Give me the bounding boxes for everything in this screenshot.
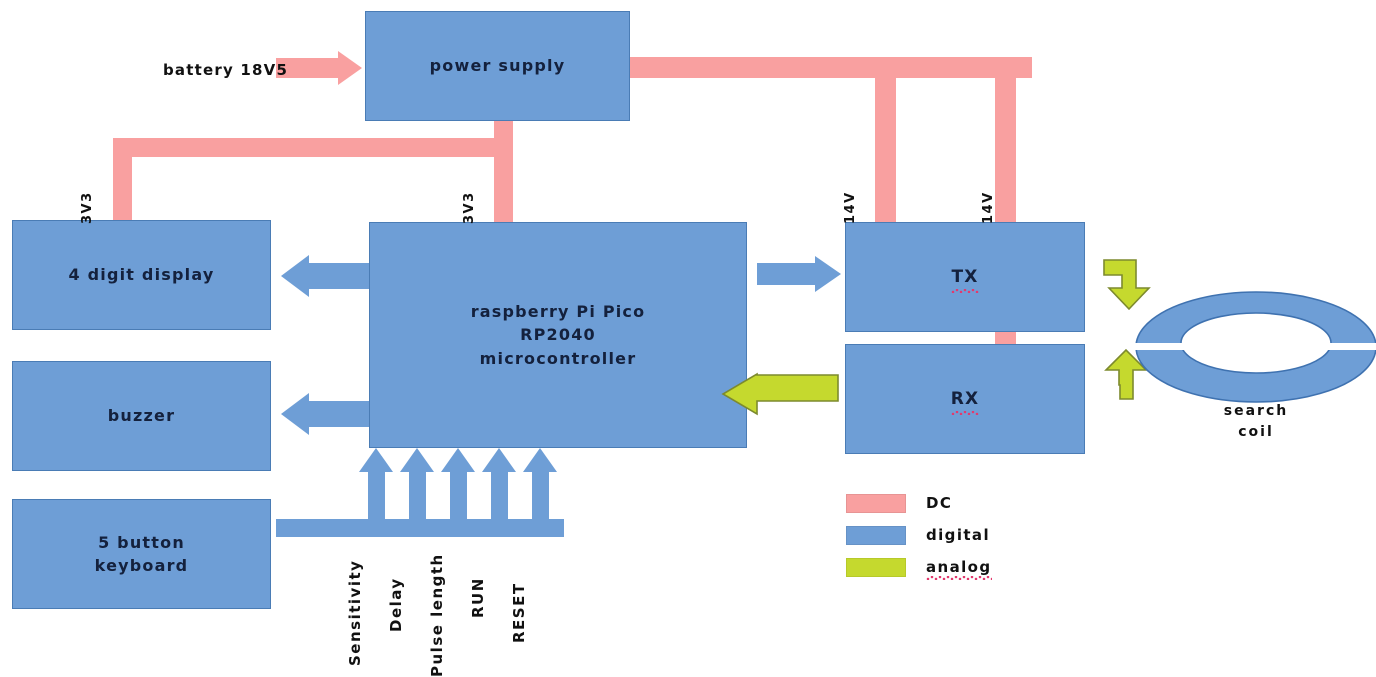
- legend: DC digital analog: [846, 491, 992, 587]
- legend-label-digital: digital: [926, 526, 990, 544]
- label-3v3-microcontroller: 3V3: [462, 191, 477, 224]
- legend-row-analog: analog: [846, 555, 992, 580]
- legend-swatch-dc: [846, 493, 906, 513]
- legend-swatch-analog: [846, 557, 906, 577]
- digital-button-shaft-5: [532, 467, 549, 522]
- block-tx-label: TX: [951, 265, 979, 293]
- legend-row-digital: digital: [846, 523, 992, 547]
- dc-3v3-left-horizontal: [113, 138, 513, 157]
- dc-battery-arrowhead: [338, 51, 362, 85]
- block-rx[interactable]: RX: [845, 344, 1085, 454]
- block-4-digit-display[interactable]: 4 digit display: [12, 220, 271, 330]
- digital-button-arrowhead-4: [482, 448, 516, 472]
- digital-mcu-to-tx-shaft: [757, 263, 815, 285]
- label-button-reset: RESET: [510, 582, 528, 643]
- block-power-supply[interactable]: power supply: [365, 11, 630, 121]
- digital-button-shaft-2: [409, 467, 426, 522]
- dc-14v-trunk-horizontal: [630, 57, 1032, 78]
- legend-swatch-digital: [846, 525, 906, 545]
- block-microcontroller[interactable]: raspberry Pi Pico RP2040 microcontroller: [369, 222, 747, 448]
- label-search-coil: search coil: [1223, 403, 1289, 440]
- digital-button-arrowhead-3: [441, 448, 475, 472]
- analog-coil-to-rx-arrow: [1104, 348, 1148, 400]
- label-button-sensitivity: Sensitivity: [346, 559, 364, 666]
- block-4-digit-display-label: 4 digit display: [68, 265, 215, 285]
- legend-row-dc: DC: [846, 491, 992, 515]
- analog-tx-to-coil-arrow: [1103, 259, 1151, 311]
- block-5-button-keyboard[interactable]: 5 button keyboard: [12, 499, 271, 609]
- label-14v-rx: 14V: [981, 191, 996, 224]
- digital-button-arrowhead-1: [359, 448, 393, 472]
- digital-mcu-to-buzzer-arrowhead: [281, 393, 309, 435]
- block-tx[interactable]: TX: [845, 222, 1085, 332]
- digital-button-shaft-1: [368, 467, 385, 522]
- label-button-pulse-length: Pulse length: [428, 553, 446, 677]
- search-coil-graphic: [1132, 291, 1376, 403]
- label-14v-tx: 14V: [843, 191, 858, 224]
- digital-mcu-to-buzzer-shaft: [309, 401, 369, 427]
- block-rx-label: RX: [950, 387, 980, 415]
- block-buzzer-label: buzzer: [107, 406, 176, 426]
- label-battery-voltage: battery 18V5: [163, 61, 289, 79]
- digital-button-shaft-4: [491, 467, 508, 522]
- digital-mcu-to-display-shaft: [309, 263, 369, 289]
- digital-button-arrowhead-5: [523, 448, 557, 472]
- digital-button-shaft-3: [450, 467, 467, 522]
- block-5-button-keyboard-label: 5 button keyboard: [94, 532, 189, 575]
- digital-mcu-to-display-arrowhead: [281, 255, 309, 297]
- block-power-supply-label: power supply: [429, 56, 566, 76]
- legend-label-analog: analog: [926, 558, 992, 580]
- label-3v3-display: 3V3: [80, 191, 95, 224]
- label-button-delay: Delay: [387, 577, 405, 632]
- legend-label-dc: DC: [926, 494, 953, 512]
- block-buzzer[interactable]: buzzer: [12, 361, 271, 471]
- block-diagram-canvas: power supply 4 digit display buzzer 5 bu…: [0, 0, 1376, 677]
- digital-mcu-to-tx-arrowhead: [815, 256, 841, 292]
- digital-button-arrowhead-2: [400, 448, 434, 472]
- block-microcontroller-label: raspberry Pi Pico RP2040 microcontroller: [470, 302, 646, 368]
- label-button-run: RUN: [469, 577, 487, 618]
